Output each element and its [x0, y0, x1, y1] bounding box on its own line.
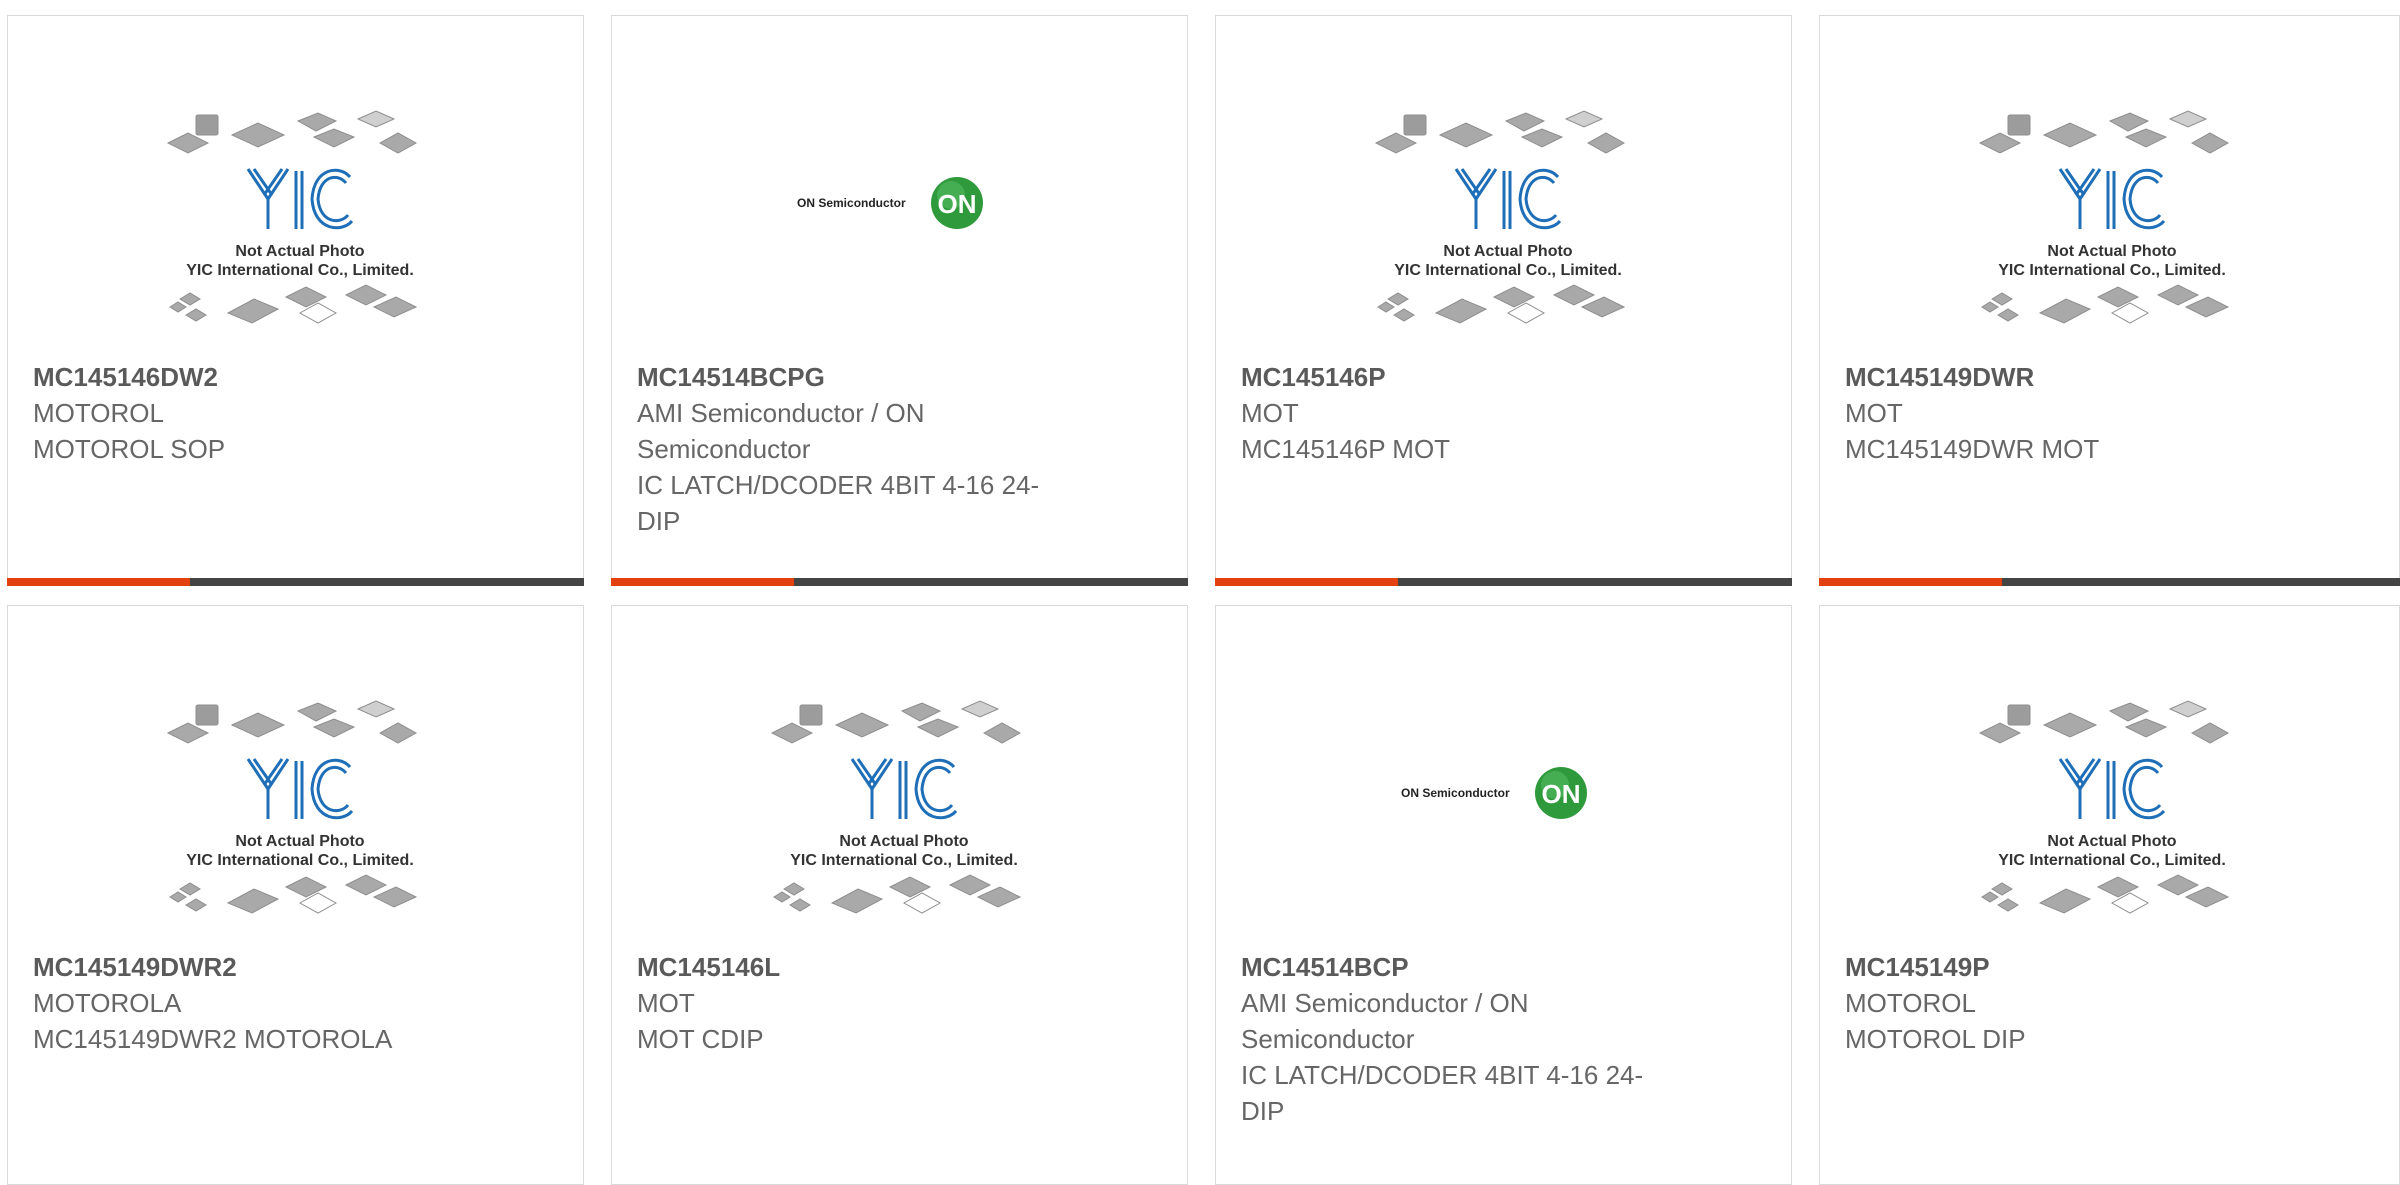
product-card[interactable]: MC145146L MOT MOT CDIP: [611, 605, 1188, 1185]
description: MC145149DWR MOT: [1845, 434, 2100, 464]
part-number-link[interactable]: MC14514BCP: [1241, 949, 1761, 985]
part-number-link[interactable]: MC145149P: [1845, 949, 2365, 985]
product-card[interactable]: MC14514BCP AMI Semiconductor / ON Semico…: [1215, 605, 1792, 1185]
product-image-yic-placeholder: [770, 699, 1022, 915]
product-info: MC145146P MOT MC145146P MOT: [1241, 359, 1761, 467]
card-bottom-bar-accent: [1215, 578, 1398, 586]
description: MOTOROL DIP: [1845, 1024, 2026, 1054]
description: MC145149DWR2 MOTOROLA: [33, 1024, 393, 1054]
part-number-link[interactable]: MC145146L: [637, 949, 1157, 985]
manufacturer: MOT: [637, 988, 695, 1018]
product-card[interactable]: MC145146P MOT MC145146P MOT: [1215, 15, 1792, 586]
description: IC LATCH/DCODER 4BIT 4-16 24-DIP: [1241, 1060, 1644, 1126]
product-image-yic-placeholder: [166, 109, 418, 325]
card-bottom-bar: [611, 578, 1188, 586]
card-bottom-bar: [1819, 578, 2400, 586]
product-card[interactable]: MC145146DW2 MOTOROL MOTOROL SOP: [7, 15, 584, 586]
manufacturer: MOTOROL: [33, 398, 164, 428]
product-image-on-semiconductor-logo: [797, 177, 983, 229]
part-number-link[interactable]: MC145149DWR: [1845, 359, 2365, 395]
product-info: MC145146DW2 MOTOROL MOTOROL SOP: [33, 359, 553, 467]
product-card[interactable]: MC145149DWR2 MOTOROLA MC145149DWR2 MOTOR…: [7, 605, 584, 1185]
product-info: MC145149DWR2 MOTOROLA MC145149DWR2 MOTOR…: [33, 949, 553, 1057]
product-image-yic-placeholder: [1978, 699, 2230, 915]
part-number-link[interactable]: MC145149DWR2: [33, 949, 553, 985]
card-bottom-bar-accent: [1819, 578, 2002, 586]
card-bottom-bar-accent: [7, 578, 190, 586]
product-card[interactable]: MC145149P MOTOROL MOTOROL DIP: [1819, 605, 2400, 1185]
manufacturer: AMI Semiconductor / ON Semiconductor: [1241, 988, 1529, 1054]
description: MOTOROL SOP: [33, 434, 226, 464]
description: MC145146P MOT: [1241, 434, 1451, 464]
product-info: MC14514BCP AMI Semiconductor / ON Semico…: [1241, 949, 1761, 1129]
product-image-yic-placeholder: [1374, 109, 1626, 325]
product-image-yic-placeholder: [1978, 109, 2230, 325]
product-image-yic-placeholder: [166, 699, 418, 915]
part-number-link[interactable]: MC14514BCPG: [637, 359, 1157, 395]
product-image-on-semiconductor-logo: [1401, 767, 1587, 819]
product-info: MC145146L MOT MOT CDIP: [637, 949, 1157, 1057]
manufacturer: MOTOROL: [1845, 988, 1976, 1018]
card-bottom-bar: [1215, 578, 1792, 586]
product-grid: MC145146DW2 MOTOROL MOTOROL SOP MC14514B…: [0, 0, 2400, 1185]
part-number-link[interactable]: MC145146P: [1241, 359, 1761, 395]
part-number-link[interactable]: MC145146DW2: [33, 359, 553, 395]
product-info: MC14514BCPG AMI Semiconductor / ON Semic…: [637, 359, 1157, 539]
description: MOT CDIP: [637, 1024, 764, 1054]
product-info: MC145149P MOTOROL MOTOROL DIP: [1845, 949, 2365, 1057]
description: IC LATCH/DCODER 4BIT 4-16 24-DIP: [637, 470, 1040, 536]
product-card[interactable]: MC14514BCPG AMI Semiconductor / ON Semic…: [611, 15, 1188, 586]
card-bottom-bar-accent: [611, 578, 794, 586]
manufacturer: AMI Semiconductor / ON Semiconductor: [637, 398, 925, 464]
card-bottom-bar: [7, 578, 584, 586]
product-card[interactable]: MC145149DWR MOT MC145149DWR MOT: [1819, 15, 2400, 586]
manufacturer: MOT: [1845, 398, 1903, 428]
manufacturer: MOTOROLA: [33, 988, 182, 1018]
manufacturer: MOT: [1241, 398, 1299, 428]
product-info: MC145149DWR MOT MC145149DWR MOT: [1845, 359, 2365, 467]
